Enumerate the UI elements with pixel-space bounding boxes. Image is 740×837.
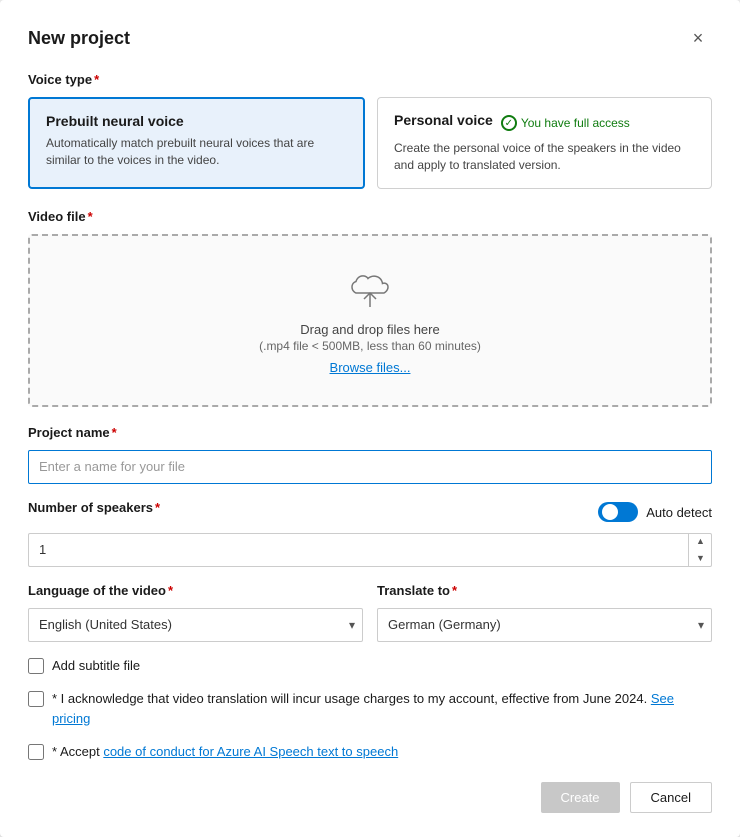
dropzone-main-text: Drag and drop files here [46,322,694,337]
language-select-wrap: English (United States) English (United … [28,608,363,642]
project-name-section: Project name* [28,425,712,484]
auto-detect-row: Auto detect [598,502,712,522]
voice-type-row: Prebuilt neural voice Automatically matc… [28,97,712,189]
language-label: Language of the video* [28,583,363,598]
translate-to-select[interactable]: German (Germany) French (France) Spanish… [377,608,712,642]
personal-voice-desc: Create the personal voice of the speaker… [394,140,695,174]
dialog-header: New project × [28,24,712,52]
check-circle-icon: ✓ [501,115,517,131]
speakers-input-wrap: ▲ ▼ [28,533,712,567]
personal-voice-title: Personal voice [394,112,493,128]
spinner-buttons: ▲ ▼ [688,533,712,567]
upload-icon [346,264,394,312]
language-select[interactable]: English (United States) English (United … [28,608,363,642]
translate-to-section: Translate to* German (Germany) French (F… [377,583,712,642]
prebuilt-voice-card[interactable]: Prebuilt neural voice Automatically matc… [28,97,365,189]
speakers-label: Number of speakers* [28,500,160,515]
voice-type-label: Voice type* [28,72,712,87]
new-project-dialog: New project × Voice type* Prebuilt neura… [0,0,740,837]
subtitle-checkbox[interactable] [28,658,44,674]
dialog-title: New project [28,28,130,49]
language-row: Language of the video* English (United S… [28,583,712,642]
acknowledgement-row: * I acknowledge that video translation w… [28,689,712,728]
cancel-button[interactable]: Cancel [630,782,712,813]
project-name-input[interactable] [28,450,712,484]
project-name-label: Project name* [28,425,712,440]
acknowledgement-checkbox[interactable] [28,691,44,707]
dropzone[interactable]: Drag and drop files here (.mp4 file < 50… [28,234,712,407]
language-section: Language of the video* English (United S… [28,583,363,642]
toggle-slider [598,502,638,522]
auto-detect-toggle[interactable] [598,502,638,522]
prebuilt-voice-title: Prebuilt neural voice [46,113,347,129]
close-button[interactable]: × [684,24,712,52]
voice-type-section: Voice type* Prebuilt neural voice Automa… [28,72,712,189]
subtitle-row: Add subtitle file [28,656,712,676]
full-access-badge: ✓ You have full access [501,115,630,131]
personal-voice-card[interactable]: Personal voice ✓ You have full access Cr… [377,97,712,189]
translate-to-label: Translate to* [377,583,712,598]
speakers-section: Number of speakers* Auto detect ▲ ▼ [28,500,712,567]
speakers-header-row: Number of speakers* Auto detect [28,500,712,525]
browse-files-button[interactable]: Browse files... [330,360,411,375]
code-of-conduct-row: * Accept code of conduct for Azure AI Sp… [28,742,712,762]
code-of-conduct-link[interactable]: code of conduct for Azure AI Speech text… [103,744,398,759]
dialog-footer: Create Cancel [28,782,712,813]
subtitle-label[interactable]: Add subtitle file [52,656,140,676]
dropzone-constraint-text: (.mp4 file < 500MB, less than 60 minutes… [46,339,694,353]
personal-voice-header: Personal voice ✓ You have full access [394,112,695,134]
spinner-down-button[interactable]: ▼ [689,550,712,567]
prebuilt-voice-desc: Automatically match prebuilt neural voic… [46,135,347,169]
video-file-label: Video file* [28,209,712,224]
create-button[interactable]: Create [541,782,620,813]
translate-to-select-wrap: German (Germany) French (France) Spanish… [377,608,712,642]
code-of-conduct-label: * Accept code of conduct for Azure AI Sp… [52,742,398,762]
auto-detect-label: Auto detect [646,505,712,520]
code-of-conduct-checkbox[interactable] [28,744,44,760]
video-file-section: Video file* Drag and drop files here (.m… [28,209,712,407]
speakers-input[interactable] [28,533,712,567]
acknowledgement-label: * I acknowledge that video translation w… [52,689,712,728]
spinner-up-button[interactable]: ▲ [689,533,712,550]
